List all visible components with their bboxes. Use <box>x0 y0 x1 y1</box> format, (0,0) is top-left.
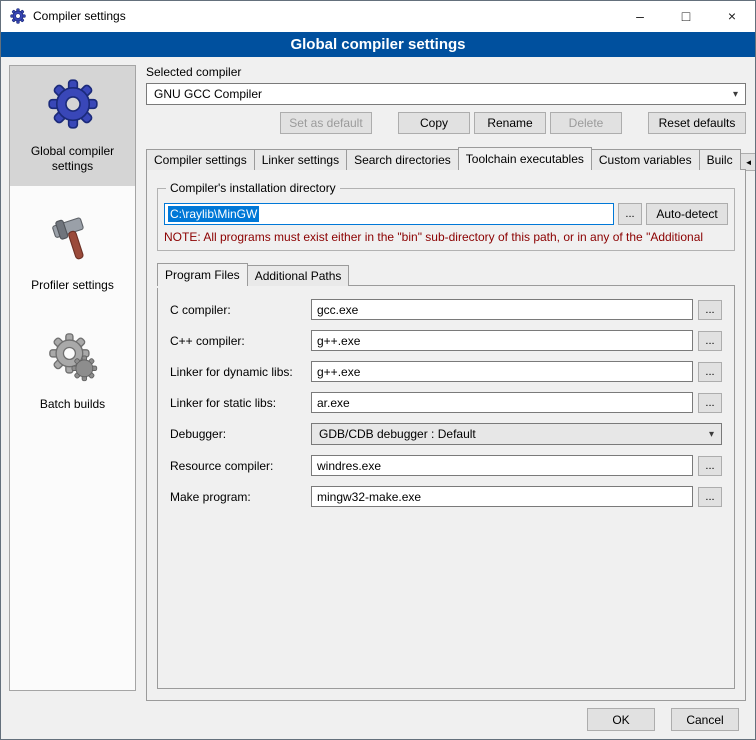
cpp-compiler-browse-button[interactable]: ... <box>698 331 722 351</box>
linker-dynamic-input[interactable] <box>311 361 693 382</box>
dialog-header-title: Global compiler settings <box>290 36 465 53</box>
chevron-down-icon: ▾ <box>709 429 714 440</box>
resource-compiler-browse-button[interactable]: ... <box>698 456 722 476</box>
minimize-icon: – <box>636 8 644 24</box>
tab-custom-variables[interactable]: Custom variables <box>591 149 700 170</box>
debugger-dropdown[interactable]: GDB/CDB debugger : Default ▾ <box>311 423 722 445</box>
reset-defaults-button[interactable]: Reset defaults <box>648 112 746 134</box>
chevron-down-icon: ▾ <box>733 89 738 100</box>
delete-button[interactable]: Delete <box>550 112 622 134</box>
tab-linker-settings[interactable]: Linker settings <box>254 149 347 170</box>
installation-directory-label: Compiler's installation directory <box>166 181 340 195</box>
main-panel: Selected compiler GNU GCC Compiler ▾ Set… <box>146 65 746 701</box>
linker-static-browse-button[interactable]: ... <box>698 393 722 413</box>
form-row-make-program: Make program: ... <box>170 486 722 507</box>
tab-program-files[interactable]: Program Files <box>157 263 248 286</box>
set-as-default-button[interactable]: Set as default <box>280 112 372 134</box>
gray-gears-icon <box>47 331 99 388</box>
titlebar: Compiler settings – □ × <box>1 1 755 32</box>
compiler-toolbar: Set as default Copy Rename Delete Reset … <box>146 112 746 134</box>
form-row-c-compiler: C compiler: ... <box>170 299 722 320</box>
installation-directory-browse-button[interactable]: ... <box>618 203 642 225</box>
make-program-browse-button[interactable]: ... <box>698 487 722 507</box>
installation-directory-row: C:\raylib\MinGW ... Auto-detect <box>164 203 728 225</box>
maximize-button[interactable]: □ <box>663 1 709 31</box>
close-button[interactable]: × <box>709 1 755 31</box>
sidebar-item-label: Batch builds <box>40 397 105 412</box>
cancel-button[interactable]: Cancel <box>671 708 739 731</box>
program-files-tabstrip: Program Files Additional Paths <box>157 263 737 285</box>
debugger-value: GDB/CDB debugger : Default <box>319 427 476 441</box>
maximize-icon: □ <box>682 8 690 24</box>
rename-button[interactable]: Rename <box>474 112 546 134</box>
linker-static-label: Linker for static libs: <box>170 396 306 410</box>
settings-tabstrip: Compiler settings Linker settings Search… <box>146 147 746 169</box>
tab-search-directories[interactable]: Search directories <box>346 149 459 170</box>
c-compiler-label: C compiler: <box>170 303 306 317</box>
compiler-settings-window: Compiler settings – □ × Global compiler … <box>0 0 756 740</box>
sidebar-item-profiler-settings[interactable]: Profiler settings <box>10 200 135 305</box>
sidebar-item-label: Global compiler settings <box>13 144 132 174</box>
ok-button[interactable]: OK <box>587 708 655 731</box>
program-files-panel: C compiler: ... C++ compiler: ... Linker… <box>157 285 735 689</box>
linker-dynamic-browse-button[interactable]: ... <box>698 362 722 382</box>
tab-toolchain-executables[interactable]: Toolchain executables <box>458 147 592 170</box>
form-row-linker-static: Linker for static libs: ... <box>170 392 722 413</box>
make-program-label: Make program: <box>170 490 306 504</box>
installation-directory-selected-text: C:\raylib\MinGW <box>168 206 259 222</box>
make-program-input[interactable] <box>311 486 693 507</box>
dialog-header: Global compiler settings <box>1 32 755 57</box>
selected-compiler-dropdown[interactable]: GNU GCC Compiler ▾ <box>146 83 746 105</box>
sidebar-item-label: Profiler settings <box>31 278 114 293</box>
linker-static-input[interactable] <box>311 392 693 413</box>
form-row-cpp-compiler: C++ compiler: ... <box>170 330 722 351</box>
window-controls: – □ × <box>617 1 755 31</box>
cpp-compiler-label: C++ compiler: <box>170 334 306 348</box>
sidebar-item-batch-builds[interactable]: Batch builds <box>10 319 135 424</box>
close-icon: × <box>728 8 736 24</box>
installation-directory-input[interactable]: C:\raylib\MinGW <box>164 203 614 225</box>
form-row-debugger: Debugger: GDB/CDB debugger : Default ▾ <box>170 423 722 445</box>
form-row-resource-compiler: Resource compiler: ... <box>170 455 722 476</box>
resource-compiler-input[interactable] <box>311 455 693 476</box>
tab-compiler-settings[interactable]: Compiler settings <box>146 149 255 170</box>
profiler-tool-icon <box>47 212 99 269</box>
linker-dynamic-label: Linker for dynamic libs: <box>170 365 306 379</box>
c-compiler-input[interactable] <box>311 299 693 320</box>
debugger-label: Debugger: <box>170 427 306 441</box>
toolchain-executables-panel: Compiler's installation directory C:\ray… <box>146 169 746 701</box>
form-row-linker-dynamic: Linker for dynamic libs: ... <box>170 361 722 382</box>
selected-compiler-label: Selected compiler <box>146 65 746 79</box>
window-title: Compiler settings <box>33 9 126 23</box>
bin-subdirectory-note: NOTE: All programs must exist either in … <box>164 230 728 244</box>
selected-compiler-value: GNU GCC Compiler <box>154 87 262 101</box>
c-compiler-browse-button[interactable]: ... <box>698 300 722 320</box>
copy-button[interactable]: Copy <box>398 112 470 134</box>
sidebar-item-global-compiler-settings[interactable]: Global compiler settings <box>10 66 135 186</box>
tab-additional-paths[interactable]: Additional Paths <box>247 265 350 286</box>
settings-sidebar: Global compiler settings Profiler settin… <box>9 65 136 691</box>
app-gear-icon <box>10 8 26 24</box>
cpp-compiler-input[interactable] <box>311 330 693 351</box>
program-files-form: C compiler: ... C++ compiler: ... Linker… <box>158 286 734 530</box>
installation-directory-groupbox: Compiler's installation directory C:\ray… <box>157 188 735 251</box>
tab-build-options[interactable]: Builc <box>699 149 741 170</box>
resource-compiler-label: Resource compiler: <box>170 459 306 473</box>
gear-icon <box>47 78 99 135</box>
auto-detect-button[interactable]: Auto-detect <box>646 203 728 225</box>
minimize-button[interactable]: – <box>617 1 663 31</box>
